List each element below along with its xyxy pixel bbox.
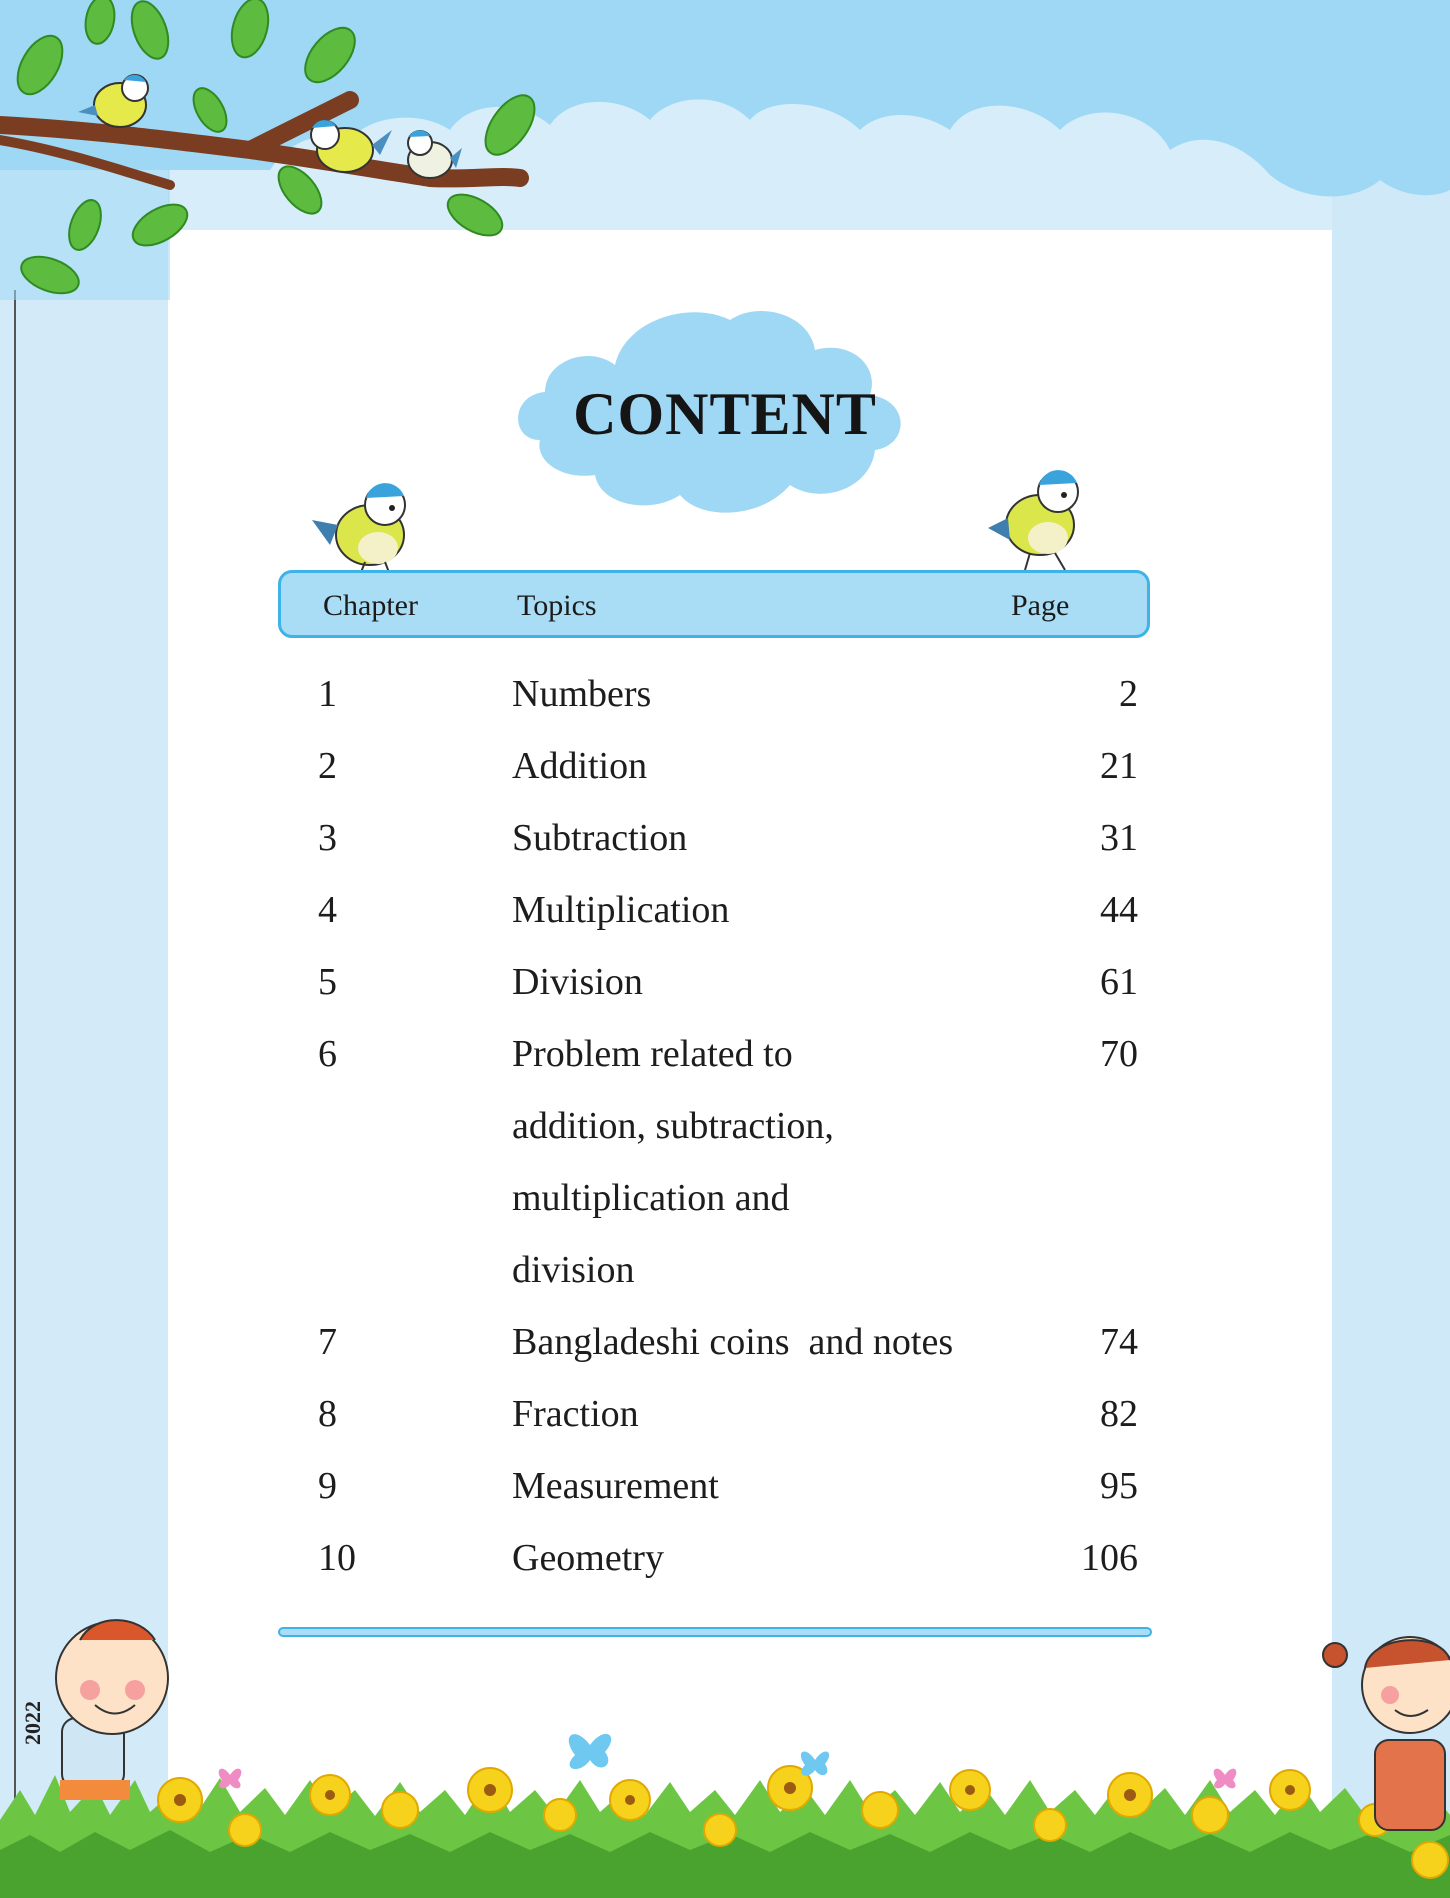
chapter-number: 3: [318, 817, 337, 859]
topic-line: Division: [512, 961, 643, 1003]
topic-line: Measurement: [512, 1465, 719, 1507]
page-number: 2: [1119, 673, 1138, 715]
topic-line: Fraction: [512, 1393, 639, 1435]
textbook-page: 2022 CONTENT Chapter Topics Page 1 Number…: [0, 0, 1450, 1898]
topic-line: Subtraction: [512, 817, 688, 859]
table-of-contents: 1 Numbers 2 2 Addition 21 3 Subtraction 31 4 Multi…: [0, 0, 1450, 1898]
page-number: 74: [1100, 1321, 1138, 1363]
topic-line: division: [512, 1249, 635, 1291]
chapter-number: 8: [318, 1393, 337, 1435]
topic-line: multiplication and: [512, 1177, 790, 1219]
page-number: 95: [1100, 1465, 1138, 1507]
topic-line: Multiplication: [512, 889, 730, 931]
chapter-number: 2: [318, 745, 337, 787]
topic-line: addition, subtraction,: [512, 1105, 834, 1147]
chapter-number: 7: [318, 1321, 337, 1363]
chapter-topic: Problem related to addition, subtraction,…: [512, 1018, 1032, 1306]
page-number: 82: [1100, 1393, 1138, 1435]
topic-line: Numbers: [512, 673, 652, 715]
chapter-topic: Bangladeshi coins and notes: [512, 1306, 1032, 1378]
page-number: 21: [1100, 745, 1138, 787]
page-number: 70: [1100, 1033, 1138, 1075]
chapter-number: 10: [318, 1537, 356, 1579]
topic-line: Geometry: [512, 1537, 664, 1579]
chapter-number: 4: [318, 889, 337, 931]
topic-line: Bangladeshi coins and notes: [512, 1321, 954, 1363]
page-number: 31: [1100, 817, 1138, 859]
topic-line: Addition: [512, 745, 648, 787]
page-number: 44: [1100, 889, 1138, 931]
page-number: 106: [1081, 1537, 1138, 1579]
chapter-topic: Multiplication: [512, 874, 1032, 946]
chapter-number: 9: [318, 1465, 337, 1507]
chapter-topic: Numbers: [512, 658, 1032, 730]
page-number: 61: [1100, 961, 1138, 1003]
chapter-topic: Fraction: [512, 1378, 1032, 1450]
chapter-number: 6: [318, 1033, 337, 1075]
chapter-topic: Measurement: [512, 1450, 1032, 1522]
toc-footer-rule: [278, 1627, 1152, 1637]
chapter-number: 5: [318, 961, 337, 1003]
chapter-number: 1: [318, 673, 337, 715]
chapter-topic: Addition: [512, 730, 1032, 802]
chapter-topic: Geometry: [512, 1522, 1032, 1594]
topic-line: Problem related to: [512, 1033, 793, 1075]
chapter-topic: Division: [512, 946, 1032, 1018]
chapter-topic: Subtraction: [512, 802, 1032, 874]
